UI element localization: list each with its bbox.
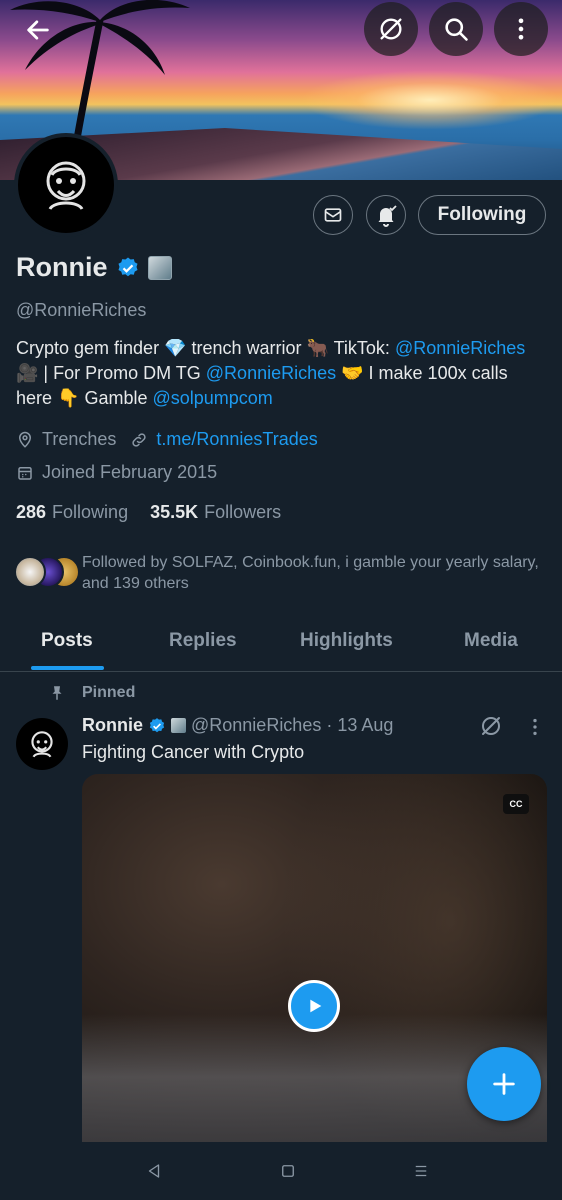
active-tab-indicator (31, 666, 104, 670)
profile-joined-date: Joined February 2015 (42, 462, 218, 482)
back-button[interactable] (14, 6, 62, 54)
search-button[interactable] (429, 2, 483, 56)
bio-mention-link[interactable]: @RonnieRiches (206, 363, 336, 383)
avatar-bust-icon (31, 731, 53, 758)
recents-menu-icon (415, 1165, 427, 1177)
followers-count: 35.5K (150, 502, 199, 522)
closed-captions-badge[interactable]: CC (503, 794, 529, 814)
compose-post-button[interactable] (467, 1047, 541, 1121)
profile-location: Trenches (42, 429, 117, 449)
banner-sun-glow (300, 70, 560, 130)
post-grok-button[interactable] (479, 714, 505, 740)
profile-name: Ronnie (16, 252, 108, 282)
play-button[interactable] (288, 980, 340, 1032)
post-author-name[interactable]: Ronnie (82, 715, 143, 736)
follower-avatar-stack (12, 552, 80, 588)
bio-text: Crypto gem finder 💎 trench warrior 🐂 Tik… (16, 338, 395, 358)
profile-name-row: Ronnie (16, 252, 172, 283)
tab-media[interactable]: Media (464, 630, 518, 652)
profile-joined-row: Joined February 2015 (16, 462, 217, 483)
following-count: 286 (16, 502, 47, 522)
more-vertical-icon (533, 718, 537, 736)
location-icon (18, 431, 32, 448)
post-author-avatar[interactable] (16, 718, 68, 770)
profile-avatar[interactable] (14, 133, 118, 237)
back-arrow-icon (27, 20, 49, 40)
play-icon (310, 999, 322, 1013)
bio-text: 🎥 | For Promo DM TG (16, 363, 206, 383)
plus-icon (493, 1073, 515, 1095)
followers-count-link[interactable]: 35.5K Followers (150, 502, 281, 523)
pin-icon (52, 686, 62, 700)
message-button[interactable] (313, 195, 353, 235)
follower-avatar (14, 556, 46, 588)
pinned-label: Pinned (82, 684, 136, 701)
nav-recents-button[interactable] (406, 1156, 436, 1186)
grok-icon (380, 18, 402, 40)
followed-by-text: Followed by SOLFAZ, Coinbook.fun, i gamb… (82, 554, 539, 592)
triangle-back-icon (148, 1164, 160, 1178)
search-icon (445, 18, 468, 41)
mail-icon (324, 208, 342, 222)
tab-posts[interactable]: Posts (41, 630, 93, 652)
followed-by-row[interactable]: Followed by SOLFAZ, Coinbook.fun, i gamb… (12, 552, 552, 594)
profile-bio: Crypto gem finder 💎 trench warrior 🐂 Tik… (16, 336, 546, 411)
nav-home-button[interactable] (273, 1156, 303, 1186)
post-header: Ronnie @RonnieRiches · 13 Aug (82, 715, 393, 736)
profile-tabs: Posts Replies Highlights Media (0, 620, 562, 672)
grok-icon (482, 717, 500, 735)
bell-icon (378, 205, 397, 227)
calendar-icon (18, 466, 32, 480)
grok-button[interactable] (364, 2, 418, 56)
following-count-link[interactable]: 286 Following (16, 502, 128, 523)
verified-badge-icon[interactable] (116, 256, 140, 280)
nav-back-button[interactable] (139, 1156, 169, 1186)
avatar-bust-icon (46, 161, 86, 210)
post-text: Fighting Cancer with Crypto (82, 742, 305, 762)
profile-meta-row: Trenches t.me/RonniesTrades (16, 429, 318, 450)
tab-replies[interactable]: Replies (169, 630, 237, 652)
link-icon (132, 432, 147, 447)
followers-label: Followers (204, 502, 282, 522)
tab-highlights[interactable]: Highlights (300, 630, 393, 652)
affiliate-badge (171, 718, 186, 733)
bio-mention-link[interactable]: @solpumpcom (152, 388, 272, 408)
follow-counts: 286 Following 35.5K Followers (16, 502, 281, 523)
post-handle-date: @RonnieRiches · 13 Aug (191, 715, 394, 735)
post-more-button[interactable] (524, 716, 548, 740)
profile-handle: @RonnieRiches (16, 300, 147, 320)
following-button[interactable]: Following (418, 195, 546, 235)
affiliate-badge[interactable] (147, 255, 172, 280)
square-home-icon (282, 1165, 294, 1177)
verified-badge-icon (149, 717, 165, 732)
notifications-button[interactable] (366, 195, 406, 235)
following-label: Following (52, 502, 129, 522)
more-vertical-icon (518, 18, 524, 40)
bio-mention-link[interactable]: @RonnieRiches (395, 338, 525, 358)
profile-website-link[interactable]: t.me/RonniesTrades (156, 429, 317, 450)
pinned-label-row: Pinned (48, 684, 135, 702)
more-options-button[interactable] (494, 2, 548, 56)
system-navigation-bar (0, 1142, 562, 1200)
